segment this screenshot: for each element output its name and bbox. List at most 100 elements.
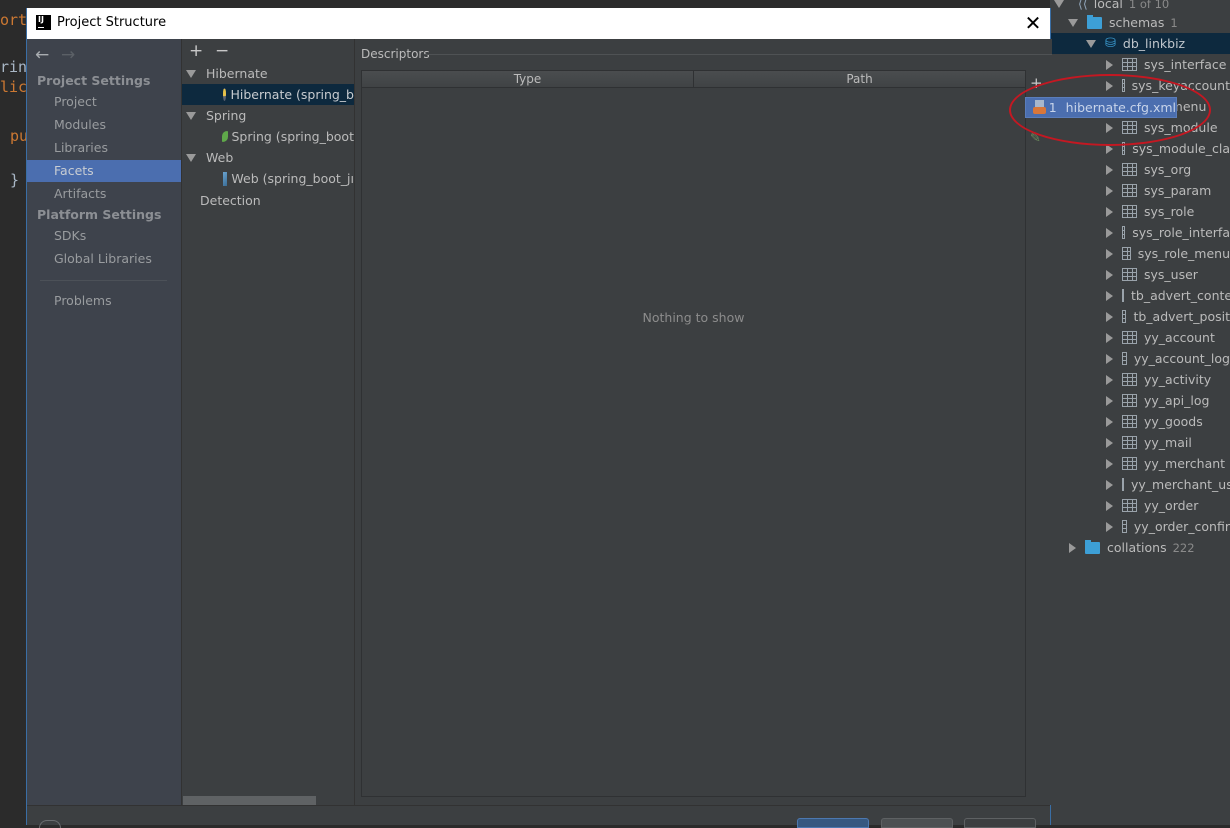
expand-arrow-icon[interactable]	[1106, 458, 1113, 469]
table-name: sys_role_menu	[1137, 246, 1230, 261]
schemas-label: schemas	[1109, 15, 1165, 30]
expand-arrow-icon[interactable]	[1106, 227, 1113, 238]
nav-item-problems[interactable]: Problems	[27, 290, 181, 312]
close-button[interactable]: ✕	[1022, 12, 1044, 34]
tree-item-label: Spring (spring_boot	[231, 129, 355, 144]
apply-button[interactable]	[964, 818, 1036, 828]
table-icon	[1122, 58, 1137, 71]
table-icon	[1122, 184, 1137, 197]
descriptors-divider	[425, 54, 1052, 55]
horizontal-scrollbar[interactable]	[183, 796, 316, 805]
add-facet-button[interactable]: +	[189, 41, 203, 61]
table-icon	[1122, 415, 1137, 428]
table-node[interactable]: yy_goods	[1050, 411, 1230, 432]
table-node[interactable]: sys_role_interfa	[1050, 222, 1230, 243]
collations-node[interactable]: collations 222	[1050, 537, 1230, 558]
web-icon	[223, 171, 228, 186]
remove-facet-button[interactable]: −	[215, 41, 229, 61]
tree-item-web-facet[interactable]: Web (spring_boot_jı	[182, 168, 354, 189]
expand-arrow-icon[interactable]	[1106, 164, 1113, 175]
table-node[interactable]: tb_advert_posit	[1050, 306, 1230, 327]
code-line: ort	[0, 11, 28, 29]
expand-arrow-icon[interactable]	[186, 153, 196, 162]
table-name: tb_advert_conte	[1131, 288, 1230, 303]
table-node[interactable]: yy_mail	[1050, 432, 1230, 453]
table-node[interactable]: yy_order	[1050, 495, 1230, 516]
nav-item-project[interactable]: Project	[27, 91, 181, 113]
table-node[interactable]: yy_order_confir	[1050, 516, 1230, 537]
nav-item-modules[interactable]: Modules	[27, 114, 181, 136]
expand-arrow-icon[interactable]	[1106, 374, 1113, 385]
tree-item-detection[interactable]: Detection	[182, 190, 354, 211]
database-node[interactable]: ⛁ db_linkbiz	[1050, 33, 1230, 54]
expand-arrow-icon[interactable]	[1106, 332, 1113, 343]
expand-arrow-icon[interactable]	[1106, 437, 1113, 448]
column-header-type[interactable]: Type	[362, 71, 694, 88]
expand-arrow-icon[interactable]	[1068, 18, 1078, 27]
cancel-button[interactable]	[881, 818, 953, 828]
table-node[interactable]: yy_account	[1050, 327, 1230, 348]
tree-group-label: Spring	[206, 108, 247, 123]
expand-arrow-icon[interactable]	[1106, 185, 1113, 196]
table-node[interactable]: sys_user	[1050, 264, 1230, 285]
collations-label: collations	[1107, 540, 1167, 555]
table-node[interactable]: yy_activity	[1050, 369, 1230, 390]
table-name: sys_user	[1144, 267, 1198, 282]
expand-arrow-icon[interactable]	[1106, 479, 1113, 490]
ok-button[interactable]	[797, 818, 869, 828]
table-node[interactable]: yy_account_log	[1050, 348, 1230, 369]
table-icon	[1122, 457, 1137, 470]
expand-arrow-icon[interactable]	[186, 69, 196, 78]
expand-arrow-icon[interactable]	[186, 111, 196, 120]
table-node[interactable]: sys_role	[1050, 201, 1230, 222]
expand-arrow-icon[interactable]	[1106, 248, 1113, 259]
nav-item-global-libraries[interactable]: Global Libraries	[27, 248, 181, 270]
column-header-path[interactable]: Path	[694, 71, 1025, 88]
tree-item-spring-facet[interactable]: Spring (spring_boot	[182, 126, 354, 147]
back-arrow-icon[interactable]: ←	[35, 45, 49, 65]
dialog-title-bar[interactable]: IJ Project Structure ✕	[27, 8, 1050, 39]
expand-arrow-icon[interactable]	[1106, 395, 1113, 406]
annotation-ellipse	[1009, 74, 1211, 146]
table-icon	[1122, 226, 1126, 239]
table-node[interactable]: yy_merchant_us	[1050, 474, 1230, 495]
nav-item-facets[interactable]: Facets	[27, 160, 181, 182]
expand-arrow-icon[interactable]	[1106, 521, 1113, 532]
expand-arrow-icon[interactable]	[1106, 269, 1113, 280]
expand-arrow-icon[interactable]	[1106, 416, 1113, 427]
nav-item-sdks[interactable]: SDKs	[27, 225, 181, 247]
tree-group-spring[interactable]: Spring	[182, 105, 354, 126]
expand-arrow-icon[interactable]	[1086, 39, 1096, 48]
table-node[interactable]: sys_org	[1050, 159, 1230, 180]
expand-arrow-icon[interactable]	[1106, 59, 1113, 70]
table-node[interactable]: yy_api_log	[1050, 390, 1230, 411]
db-root-label: local	[1093, 0, 1123, 11]
connection-icon: ⟨⟨	[1078, 0, 1088, 11]
expand-arrow-icon[interactable]	[1069, 542, 1076, 553]
table-node[interactable]: sys_role_menu	[1050, 243, 1230, 264]
table-node[interactable]: sys_interface	[1050, 54, 1230, 75]
table-node[interactable]: sys_param	[1050, 180, 1230, 201]
forward-arrow-icon[interactable]: →	[61, 45, 75, 65]
expand-arrow-icon[interactable]	[1054, 0, 1064, 8]
tree-group-web[interactable]: Web	[182, 147, 354, 168]
tree-group-hibernate[interactable]: Hibernate	[182, 63, 354, 84]
schemas-node[interactable]: schemas 1	[1050, 12, 1230, 33]
table-icon	[1122, 331, 1137, 344]
help-button[interactable]	[39, 820, 61, 828]
nav-header-platform-settings: Platform Settings	[37, 207, 162, 222]
table-node[interactable]: tb_advert_conte	[1050, 285, 1230, 306]
table-node[interactable]: yy_merchant	[1050, 453, 1230, 474]
expand-arrow-icon[interactable]	[1106, 311, 1113, 322]
expand-arrow-icon[interactable]	[1106, 500, 1113, 511]
expand-arrow-icon[interactable]	[1106, 206, 1113, 217]
expand-arrow-icon[interactable]	[1106, 290, 1113, 301]
tree-item-hibernate-facet[interactable]: Hibernate (spring_b	[182, 84, 354, 105]
table-name: yy_merchant_us	[1131, 477, 1230, 492]
expand-arrow-icon[interactable]	[1106, 353, 1113, 364]
table-name: sys_role	[1144, 204, 1195, 219]
nav-item-artifacts[interactable]: Artifacts	[27, 183, 181, 205]
descriptors-table[interactable]: Type Path Nothing to show	[361, 70, 1026, 797]
nav-item-libraries[interactable]: Libraries	[27, 137, 181, 159]
spring-leaf-icon	[222, 131, 228, 142]
